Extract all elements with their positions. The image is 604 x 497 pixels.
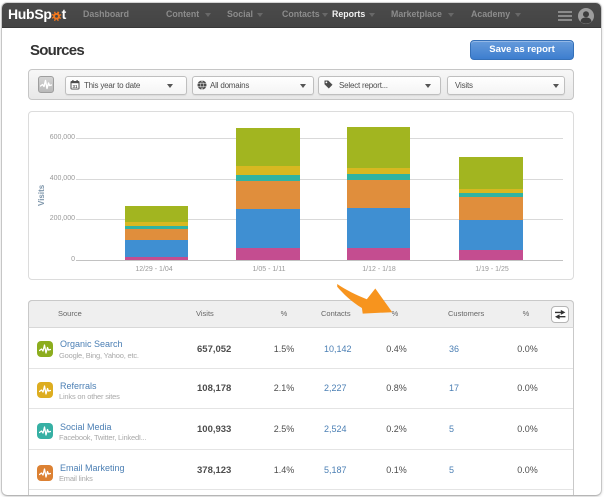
svg-text:31: 31 — [73, 84, 78, 89]
